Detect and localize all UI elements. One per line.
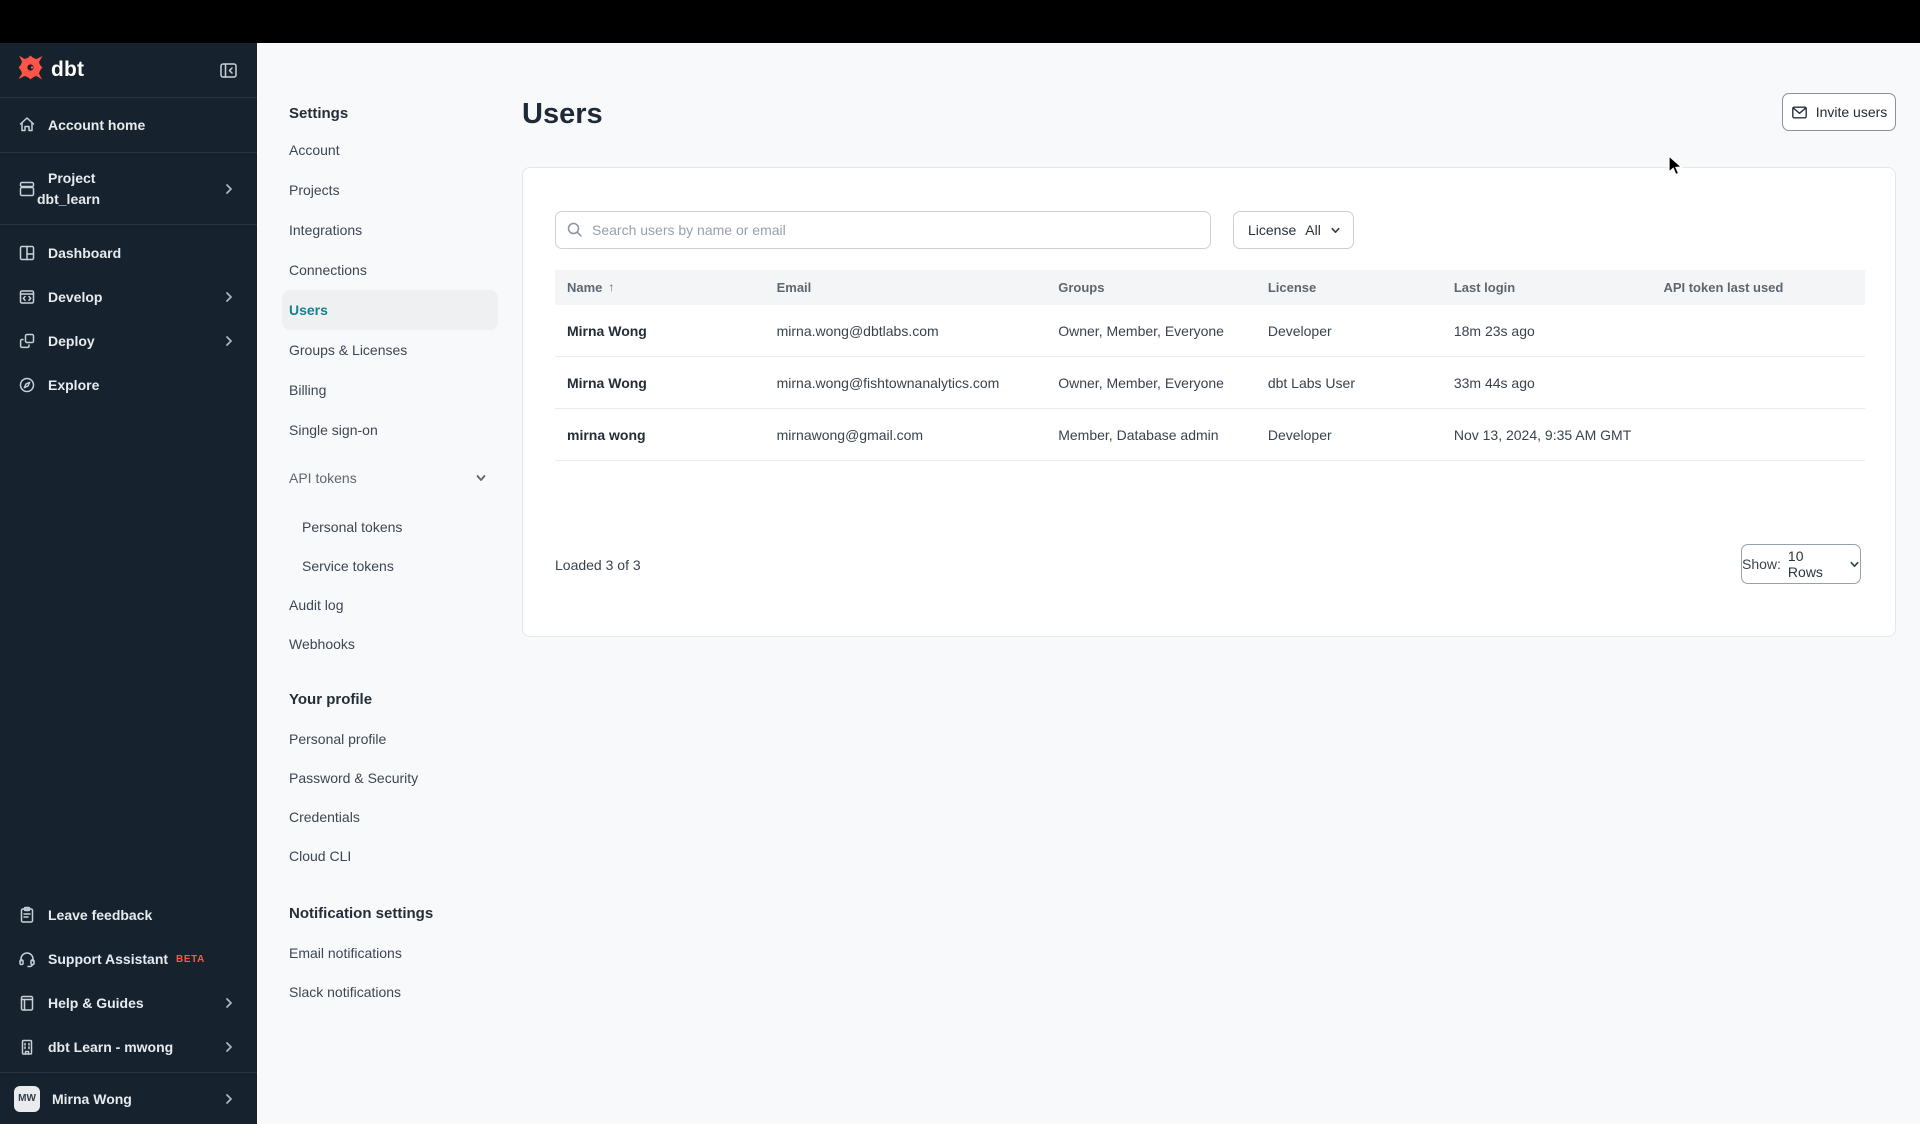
headset-icon (17, 949, 37, 969)
building-icon (17, 1037, 37, 1057)
table-row[interactable]: Mirna Wong mirna.wong@dbtlabs.com Owner,… (555, 305, 1865, 357)
logo-text: dbt (51, 58, 85, 81)
show-label: Show: (1742, 556, 1781, 572)
search-icon (566, 221, 583, 243)
settings-item-billing[interactable]: Billing (282, 370, 498, 410)
table-row[interactable]: mirna wong mirnawong@gmail.com Member, D… (555, 409, 1865, 461)
sidebar-item-explore[interactable]: Explore (0, 363, 257, 407)
sidebar: dbt Account home Project dbt_learn Dashb… (0, 43, 257, 1124)
sidebar-item-dbt-learn[interactable]: dbt Learn - mwong (0, 1025, 257, 1069)
chevron-down-icon (1849, 559, 1860, 570)
chevron-right-icon (223, 183, 235, 195)
settings-item-slack-notifications[interactable]: Slack notifications (282, 972, 498, 1011)
project-label: Project (48, 170, 96, 187)
users-card: License All Name ↑ Email Groups License … (522, 167, 1896, 637)
license-label: License (1248, 222, 1297, 238)
settings-item-users[interactable]: Users (282, 290, 498, 330)
settings-item-connections[interactable]: Connections (282, 250, 498, 290)
search-wrap (555, 211, 1211, 249)
sidebar-item-project[interactable]: Project dbt_learn (0, 153, 257, 225)
settings-item-service-tokens[interactable]: Service tokens (282, 546, 498, 585)
clipboard-icon (17, 905, 37, 925)
deploy-windows-icon (17, 331, 37, 351)
project-box-icon (17, 179, 37, 199)
page-title: Users (522, 98, 603, 130)
settings-item-personal-profile[interactable]: Personal profile (282, 719, 498, 758)
dbt-logo-icon (17, 54, 44, 86)
column-header-groups[interactable]: Groups (1046, 280, 1256, 295)
avatar: MW (14, 1085, 40, 1112)
sidebar-nav-group: Dashboard Develop Deploy Explore (0, 225, 257, 407)
settings-title: Settings (289, 104, 349, 122)
settings-item-credentials[interactable]: Credentials (282, 797, 498, 836)
settings-item-single-sign-on[interactable]: Single sign-on (282, 410, 498, 450)
chevron-right-icon (223, 997, 235, 1009)
settings-item-audit-log[interactable]: Audit log (282, 585, 498, 624)
chevron-right-icon (223, 1093, 235, 1105)
sort-ascending-icon: ↑ (608, 280, 615, 294)
column-header-license[interactable]: License (1256, 280, 1442, 295)
sidebar-item-help-guides[interactable]: Help & Guides (0, 981, 257, 1025)
column-header-name[interactable]: Name ↑ (555, 280, 765, 295)
settings-item-cloud-cli[interactable]: Cloud CLI (282, 836, 498, 875)
settings-item-password-security[interactable]: Password & Security (282, 758, 498, 797)
chevron-down-icon (1330, 225, 1341, 236)
show-value: 10 Rows (1787, 548, 1823, 580)
table-header-row: Name ↑ Email Groups License Last login A… (555, 270, 1865, 305)
envelope-icon (1791, 104, 1808, 121)
invite-users-button[interactable]: Invite users (1782, 93, 1896, 131)
table-row[interactable]: Mirna Wong mirna.wong@fishtownanalytics.… (555, 357, 1865, 409)
settings-item-webhooks[interactable]: Webhooks (282, 624, 498, 663)
home-icon (17, 115, 37, 135)
sidebar-footer-group: Leave feedback Support Assistant BETA He… (0, 893, 257, 1069)
chevron-right-icon (223, 1041, 235, 1053)
project-name: dbt_learn (37, 190, 101, 207)
sidebar-item-leave-feedback[interactable]: Leave feedback (0, 893, 257, 937)
sidebar-item-dashboard[interactable]: Dashboard (0, 231, 257, 275)
sidebar-item-support-assistant[interactable]: Support Assistant BETA (0, 937, 257, 981)
beta-badge: BETA (176, 953, 205, 965)
settings-item-account[interactable]: Account (282, 130, 498, 170)
settings-item-api-tokens[interactable]: API tokens (282, 458, 498, 498)
column-header-api-token[interactable]: API token last used (1651, 280, 1865, 295)
sidebar-item-develop[interactable]: Develop (0, 275, 257, 319)
chevron-down-icon (474, 471, 488, 485)
code-editor-icon (17, 287, 37, 307)
sidebar-item-account-home[interactable]: Account home (0, 98, 257, 153)
license-filter-select[interactable]: License All (1233, 211, 1354, 249)
settings-nav: Settings Account Projects Integrations C… (282, 43, 498, 1011)
sidebar-item-deploy[interactable]: Deploy (0, 319, 257, 363)
compass-icon (17, 375, 37, 395)
settings-item-email-notifications[interactable]: Email notifications (282, 933, 498, 972)
show-rows-select[interactable]: Show: 10 Rows (1741, 544, 1861, 584)
column-header-email[interactable]: Email (765, 280, 1047, 295)
settings-item-projects[interactable]: Projects (282, 170, 498, 210)
settings-item-groups-licenses[interactable]: Groups & Licenses (282, 330, 498, 370)
settings-item-personal-tokens[interactable]: Personal tokens (282, 507, 498, 546)
license-value: All (1305, 222, 1321, 238)
your-profile-title: Your profile (289, 690, 373, 708)
book-icon (17, 993, 37, 1013)
user-name: Mirna Wong (52, 1090, 132, 1107)
loaded-status: Loaded 3 of 3 (555, 557, 641, 573)
chevron-right-icon (223, 291, 235, 303)
column-header-last-login[interactable]: Last login (1442, 280, 1652, 295)
chevron-right-icon (223, 335, 235, 347)
search-input[interactable] (555, 211, 1211, 249)
logo-row: dbt (0, 43, 257, 98)
notification-settings-title: Notification settings (289, 904, 434, 922)
collapse-sidebar-icon[interactable] (220, 62, 237, 79)
sidebar-user-menu[interactable]: MW Mirna Wong (0, 1072, 257, 1124)
dashboard-grid-icon (17, 243, 37, 263)
settings-item-integrations[interactable]: Integrations (282, 210, 498, 250)
top-black-bar (0, 0, 1920, 43)
